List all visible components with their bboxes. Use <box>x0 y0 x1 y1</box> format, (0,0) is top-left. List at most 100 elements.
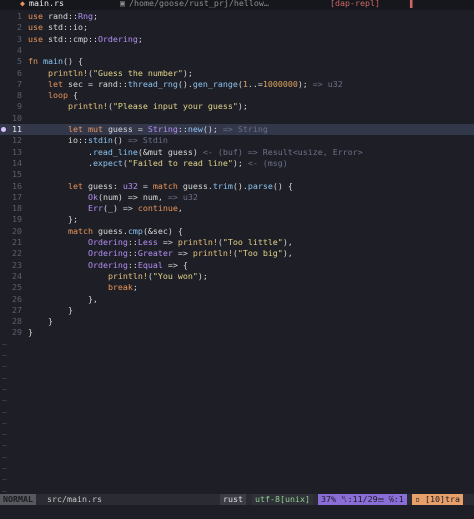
tilde-marker: ~ <box>2 417 7 428</box>
code-line[interactable]: 13 .read_line(&mut guess) <- (buf) => Re… <box>0 147 474 158</box>
code-token: stdin <box>87 135 113 146</box>
code-token: () { <box>62 56 83 67</box>
code-line[interactable]: 18 Err(_) => continue, <box>0 203 474 214</box>
code-line[interactable]: 24 println!("You won"); <box>0 271 474 282</box>
tilde-marker: ~ <box>2 383 7 394</box>
tilde-marker: ~ <box>2 395 7 406</box>
code-token: u32 <box>122 180 138 191</box>
code-token: (). <box>177 78 193 89</box>
code-line[interactable]: 19 }; <box>0 214 474 225</box>
code-token: ); <box>197 270 208 281</box>
line-number: 18 <box>12 203 22 214</box>
code-token: use <box>28 11 48 21</box>
code-line[interactable]: 1 use rand::Rng; <box>0 11 474 22</box>
line-number: 29 <box>12 327 22 338</box>
code-token: <- (msg) <box>242 157 288 168</box>
code-token: 1000000 <box>262 78 298 89</box>
code-token: println! <box>107 270 148 281</box>
code-line[interactable]: 11 let mut guess = String::new(); => Str… <box>0 124 474 135</box>
statusline: NORMAL src/main.rs rust utf-8[unix] 37% … <box>0 494 474 505</box>
code-line[interactable]: 12 io::stdin() => Stdin <box>0 135 474 146</box>
code-token: "Guess the number" <box>92 67 183 78</box>
code-line[interactable]: 22 Ordering::Greater => println!("Too bi… <box>0 248 474 259</box>
tab-dap-repl[interactable]: [dap-repl] <box>330 0 380 9</box>
code-line[interactable]: 27 } <box>0 305 474 316</box>
code-token: Ordering <box>87 259 128 270</box>
code-line[interactable]: 7 let sec = rand::thread_rng().gen_range… <box>0 79 474 90</box>
line-number: 17 <box>12 191 22 202</box>
code-token: main <box>43 56 63 67</box>
empty-line-marker: ~ <box>0 429 474 440</box>
code-token: ); <box>297 78 308 89</box>
code-line[interactable]: 25 break; <box>0 282 474 293</box>
code-token: , <box>177 203 183 214</box>
code-line[interactable]: 9 println!("Please input your guess"); <box>0 101 474 112</box>
tab-path[interactable]: ▣ /home/goose/rust_prj/hellow… <box>120 0 269 9</box>
code-token: println! <box>47 67 88 78</box>
code-token: } <box>28 327 33 338</box>
terminal-indicator[interactable]: ▫ [10]tra <box>412 494 463 505</box>
tabline: ◆ main.rs ▣ /home/goose/rust_prj/hellow… [… <box>0 0 474 10</box>
code-line[interactable]: 21 Ordering::Less => println!("Too littl… <box>0 237 474 248</box>
tabline-close-icon[interactable]: ▌ <box>410 0 415 9</box>
code-text: .expect("Failed to read line"); <- (msg) <box>28 158 288 169</box>
code-text: let mut guess = String::new(); => String <box>28 124 268 135</box>
code-token: (); <box>202 124 218 134</box>
code-line[interactable]: 3 use std::cmp::Ordering; <box>0 34 474 45</box>
code-token: sec = rand:: <box>67 78 128 89</box>
code-line[interactable]: 29} <box>0 327 474 338</box>
code-line[interactable]: 17 Ok(num) => num, => u32 <box>0 192 474 203</box>
line-number: 3 <box>17 33 22 44</box>
code-token: Ordering <box>97 33 138 44</box>
code-line[interactable]: 10 <box>0 113 474 124</box>
code-token: Err <box>87 203 103 214</box>
line-number: 7 <box>17 78 22 89</box>
line-number: 19 <box>12 214 22 225</box>
code-line[interactable]: 20 match guess.cmp(&sec) { <box>0 226 474 237</box>
filetype-indicator: rust <box>220 494 246 505</box>
code-line[interactable]: 14 .expect("Failed to read line"); <- (m… <box>0 158 474 169</box>
tilde-marker: ~ <box>2 361 7 372</box>
code-token: Ordering <box>87 248 128 259</box>
line-number: 25 <box>12 282 22 293</box>
code-token: ; <box>132 282 138 293</box>
code-line[interactable]: 26 }, <box>0 294 474 305</box>
code-line[interactable]: 16 let guess: u32 = match guess.trim().p… <box>0 181 474 192</box>
line-number: 24 <box>12 270 22 281</box>
empty-line-marker: ~ <box>0 418 474 429</box>
code-text: Ordering::Less => println!("Too little")… <box>28 237 293 248</box>
code-token: => <box>157 237 178 247</box>
code-token: read_line <box>92 146 138 157</box>
code-token: :: <box>127 259 138 270</box>
code-token: :: <box>177 124 188 134</box>
tab-main-rs[interactable]: ◆ main.rs <box>20 0 64 9</box>
code-line[interactable]: 4 <box>0 45 474 56</box>
code-line[interactable]: 5 fn main() { <box>0 56 474 67</box>
code-token: "Please input your guess" <box>112 101 238 112</box>
folder-icon: ▣ <box>120 0 125 8</box>
empty-line-marker: ~ <box>0 463 474 474</box>
tilde-marker: ~ <box>2 372 7 383</box>
code-editor[interactable]: 1 use rand::Rng; 2 use std::io; 3 use std::cm… <box>0 11 474 496</box>
code-line[interactable]: 28 } <box>0 316 474 327</box>
statusline-filename: src/main.rs <box>47 494 102 504</box>
code-token: (). <box>232 180 248 191</box>
code-token: println! <box>177 237 218 247</box>
code-line[interactable]: 23 Ordering::Equal => { <box>0 260 474 271</box>
code-line[interactable]: 8 loop { <box>0 90 474 101</box>
code-token: ), <box>282 237 293 247</box>
code-token: => u32 <box>162 191 198 202</box>
empty-line-marker: ~ <box>0 440 474 451</box>
code-line[interactable]: 2 use std::io; <box>0 22 474 33</box>
code-text: println!("You won"); <box>28 271 208 282</box>
code-line[interactable]: 6 println!("Guess the number"); <box>0 68 474 79</box>
tab-dap-repl-label: [dap-repl] <box>330 0 380 8</box>
code-token: ; <box>82 22 88 33</box>
tilde-marker: ~ <box>2 474 7 485</box>
code-text: } <box>28 327 33 338</box>
code-line[interactable]: 15 <box>0 169 474 180</box>
